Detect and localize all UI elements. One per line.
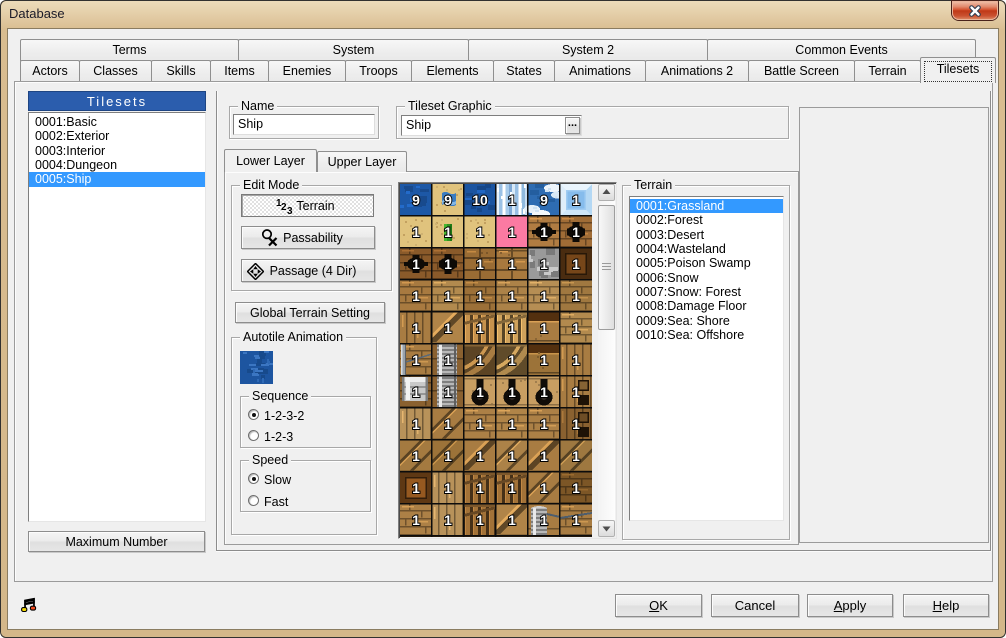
svg-text:1: 1 [508,448,516,464]
svg-text:1: 1 [572,416,580,432]
svg-text:1: 1 [508,352,516,368]
svg-text:1: 1 [572,320,580,336]
svg-text:9: 9 [412,192,420,208]
svg-text:1: 1 [444,256,452,272]
svg-text:1: 1 [476,512,484,528]
svg-text:1: 1 [444,288,452,304]
svg-text:1: 1 [444,352,452,368]
svg-text:1: 1 [572,288,580,304]
svg-text:1: 1 [412,256,420,272]
svg-text:1: 1 [572,448,580,464]
svg-text:1: 1 [444,512,452,528]
svg-text:1: 1 [476,480,484,496]
svg-text:3: 3 [287,206,293,215]
svg-text:1: 1 [444,320,452,336]
svg-text:9: 9 [444,192,452,208]
svg-text:1: 1 [412,352,420,368]
svg-text:10: 10 [472,192,488,208]
svg-text:1: 1 [508,192,516,208]
svg-text:1: 1 [476,384,484,400]
svg-text:1: 1 [412,384,420,400]
svg-text:1: 1 [476,416,484,432]
svg-text:1: 1 [572,512,580,528]
svg-text:1: 1 [508,320,516,336]
svg-text:1: 1 [540,288,548,304]
svg-text:1: 1 [412,288,420,304]
svg-text:1: 1 [476,448,484,464]
svg-text:1: 1 [412,320,420,336]
svg-text:1: 1 [572,352,580,368]
svg-text:1: 1 [540,256,548,272]
svg-text:1: 1 [508,416,516,432]
svg-text:1: 1 [444,416,452,432]
svg-text:1: 1 [508,224,516,240]
svg-text:1: 1 [540,352,548,368]
svg-text:1: 1 [412,224,420,240]
svg-text:1: 1 [540,384,548,400]
svg-text:1: 1 [508,256,516,272]
svg-text:1: 1 [412,416,420,432]
svg-text:1: 1 [444,224,452,240]
svg-text:9: 9 [540,192,548,208]
svg-text:1: 1 [476,256,484,272]
svg-text:1: 1 [508,288,516,304]
svg-text:1: 1 [540,480,548,496]
svg-text:1: 1 [444,384,452,400]
svg-text:1: 1 [412,512,420,528]
svg-text:1: 1 [572,256,580,272]
svg-text:1: 1 [572,480,580,496]
svg-text:1: 1 [476,320,484,336]
svg-text:1: 1 [412,448,420,464]
svg-text:1: 1 [540,416,548,432]
svg-text:1: 1 [508,480,516,496]
svg-text:1: 1 [476,352,484,368]
svg-text:1: 1 [476,224,484,240]
svg-text:1: 1 [572,192,580,208]
svg-text:1: 1 [444,448,452,464]
svg-text:1: 1 [508,512,516,528]
svg-text:1: 1 [476,288,484,304]
svg-text:1: 1 [540,512,548,528]
svg-text:1: 1 [540,320,548,336]
svg-text:1: 1 [572,384,580,400]
svg-text:1: 1 [540,224,548,240]
svg-text:1: 1 [508,384,516,400]
svg-text:1: 1 [572,224,580,240]
svg-text:1: 1 [444,480,452,496]
svg-text:1: 1 [412,480,420,496]
svg-text:1: 1 [540,448,548,464]
